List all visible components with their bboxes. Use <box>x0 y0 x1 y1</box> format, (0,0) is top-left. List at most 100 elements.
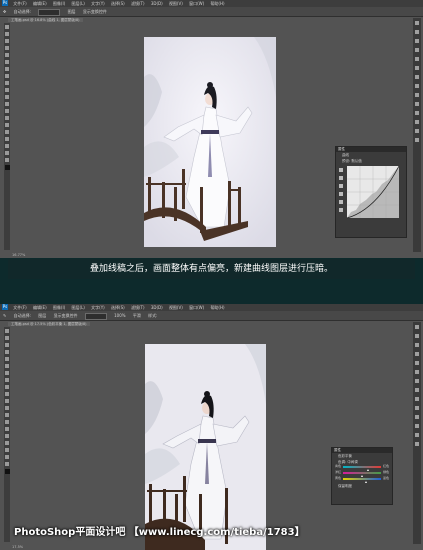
history-brush-icon[interactable] <box>5 392 9 396</box>
blur-icon[interactable] <box>5 109 9 113</box>
healing-icon[interactable] <box>5 371 9 375</box>
marquee-icon[interactable] <box>5 336 9 340</box>
shape-icon[interactable] <box>5 144 9 148</box>
brush-tool-icon[interactable]: ✎ <box>3 313 6 318</box>
style-label[interactable]: 样式: <box>148 313 157 318</box>
actions-icon[interactable] <box>415 433 419 437</box>
pen-icon[interactable] <box>5 123 9 127</box>
hand-icon[interactable] <box>5 151 9 155</box>
layer-option[interactable]: 图层 <box>68 9 76 14</box>
zoom-icon[interactable] <box>5 462 9 466</box>
menu-view[interactable]: 视图(V) <box>169 1 183 6</box>
menu-edit[interactable]: 编辑(E) <box>33 305 47 310</box>
lasso-icon[interactable] <box>5 39 9 43</box>
color-icon[interactable] <box>415 30 419 34</box>
tone-dropdown[interactable]: 中间调 <box>347 460 358 464</box>
brushes-icon[interactable] <box>415 424 419 428</box>
channels-icon[interactable] <box>415 379 419 383</box>
quick-select-icon[interactable] <box>5 46 9 50</box>
layers-icon[interactable] <box>415 66 419 70</box>
gray-point-eyedropper-icon[interactable] <box>339 184 343 188</box>
healing-icon[interactable] <box>5 67 9 71</box>
smoothing-label[interactable]: 平滑 <box>133 313 141 318</box>
paragraph-icon[interactable] <box>415 415 419 419</box>
layers-icon[interactable] <box>415 370 419 374</box>
foreground-color-icon[interactable] <box>5 469 10 474</box>
marquee-icon[interactable] <box>5 32 9 36</box>
menu-select[interactable]: 选择(S) <box>111 1 125 6</box>
auto-select-dropdown[interactable] <box>38 8 61 16</box>
eyedropper-icon[interactable] <box>5 364 9 368</box>
opacity-field[interactable] <box>84 312 107 320</box>
path-select-icon[interactable] <box>5 137 9 141</box>
crop-icon[interactable] <box>5 357 9 361</box>
history-icon[interactable] <box>415 21 419 25</box>
stamp-icon[interactable] <box>5 81 9 85</box>
brushes-icon[interactable] <box>415 120 419 124</box>
brush-icon[interactable] <box>5 74 9 78</box>
type-icon[interactable] <box>5 434 9 438</box>
eyedropper-icon[interactable] <box>5 60 9 64</box>
document-canvas[interactable] <box>144 37 276 247</box>
paragraph-icon[interactable] <box>415 111 419 115</box>
swatches-icon[interactable] <box>415 39 419 43</box>
paths-icon[interactable] <box>415 388 419 392</box>
layer-option[interactable]: 图层 <box>38 313 46 318</box>
adjustments-icon[interactable] <box>415 48 419 52</box>
history-brush-icon[interactable] <box>5 88 9 92</box>
gradient-icon[interactable] <box>5 406 9 410</box>
path-select-icon[interactable] <box>5 441 9 445</box>
menu-image[interactable]: 图像(I) <box>53 305 65 310</box>
menu-help[interactable]: 帮助(H) <box>210 305 224 310</box>
menu-window[interactable]: 窗口(W) <box>189 305 204 310</box>
stamp-icon[interactable] <box>5 385 9 389</box>
preset-dropdown[interactable]: 默认值 <box>351 159 362 163</box>
move-icon[interactable] <box>5 329 9 333</box>
auto-select-label[interactable]: 自动选择: <box>14 9 31 14</box>
eraser-icon[interactable] <box>5 399 9 403</box>
dodge-icon[interactable] <box>5 420 9 424</box>
menu-edit[interactable]: 编辑(E) <box>33 1 47 6</box>
adjustments-icon[interactable] <box>415 352 419 356</box>
edit-points-icon[interactable] <box>339 200 343 204</box>
foreground-color-icon[interactable] <box>5 165 10 170</box>
channels-icon[interactable] <box>415 75 419 79</box>
menu-window[interactable]: 窗口(W) <box>189 1 204 6</box>
type-icon[interactable] <box>5 130 9 134</box>
zoom-icon[interactable] <box>5 158 9 162</box>
properties-icon[interactable] <box>415 397 419 401</box>
draw-curve-icon[interactable] <box>339 208 343 212</box>
paths-icon[interactable] <box>415 84 419 88</box>
hand-icon[interactable] <box>5 455 9 459</box>
move-tool-icon[interactable]: ✥ <box>3 9 6 14</box>
menu-select[interactable]: 选择(S) <box>111 305 125 310</box>
pointer-icon[interactable] <box>339 168 343 172</box>
show-transform-checkbox[interactable]: 显示变换控件 <box>54 313 78 318</box>
actions-icon[interactable] <box>415 129 419 133</box>
menu-file[interactable]: 文件(F) <box>13 1 26 6</box>
menu-file[interactable]: 文件(F) <box>13 305 26 310</box>
character-icon[interactable] <box>415 102 419 106</box>
document-tab[interactable]: 工笔画.psd @ 17.5% (色彩平衡 1, 图层蒙版/8) <box>8 322 90 326</box>
menu-filter[interactable]: 滤镜(T) <box>131 305 145 310</box>
preserve-luminosity-checkbox[interactable]: 保留明度 <box>332 483 392 489</box>
brush-icon[interactable] <box>5 378 9 382</box>
opacity-value[interactable]: 100% <box>114 313 125 318</box>
styles-icon[interactable] <box>415 361 419 365</box>
eraser-icon[interactable] <box>5 95 9 99</box>
menu-view[interactable]: 视图(V) <box>169 305 183 310</box>
slider-track[interactable] <box>343 472 381 477</box>
menu-filter[interactable]: 滤镜(T) <box>131 1 145 6</box>
lasso-icon[interactable] <box>5 343 9 347</box>
info-icon[interactable] <box>415 138 419 142</box>
slider-track[interactable] <box>343 478 381 483</box>
menu-layer[interactable]: 图层(L) <box>72 1 85 6</box>
quick-select-icon[interactable] <box>5 350 9 354</box>
document-tab[interactable]: 工笔画.psd @ 16.8% (曲线 1, 图层蒙版/8) <box>8 18 83 22</box>
dodge-icon[interactable] <box>5 116 9 120</box>
gradient-icon[interactable] <box>5 102 9 106</box>
slider-handle[interactable] <box>365 481 368 483</box>
show-transform-checkbox[interactable]: 显示变换控件 <box>83 9 107 14</box>
character-icon[interactable] <box>415 406 419 410</box>
history-icon[interactable] <box>415 325 419 329</box>
